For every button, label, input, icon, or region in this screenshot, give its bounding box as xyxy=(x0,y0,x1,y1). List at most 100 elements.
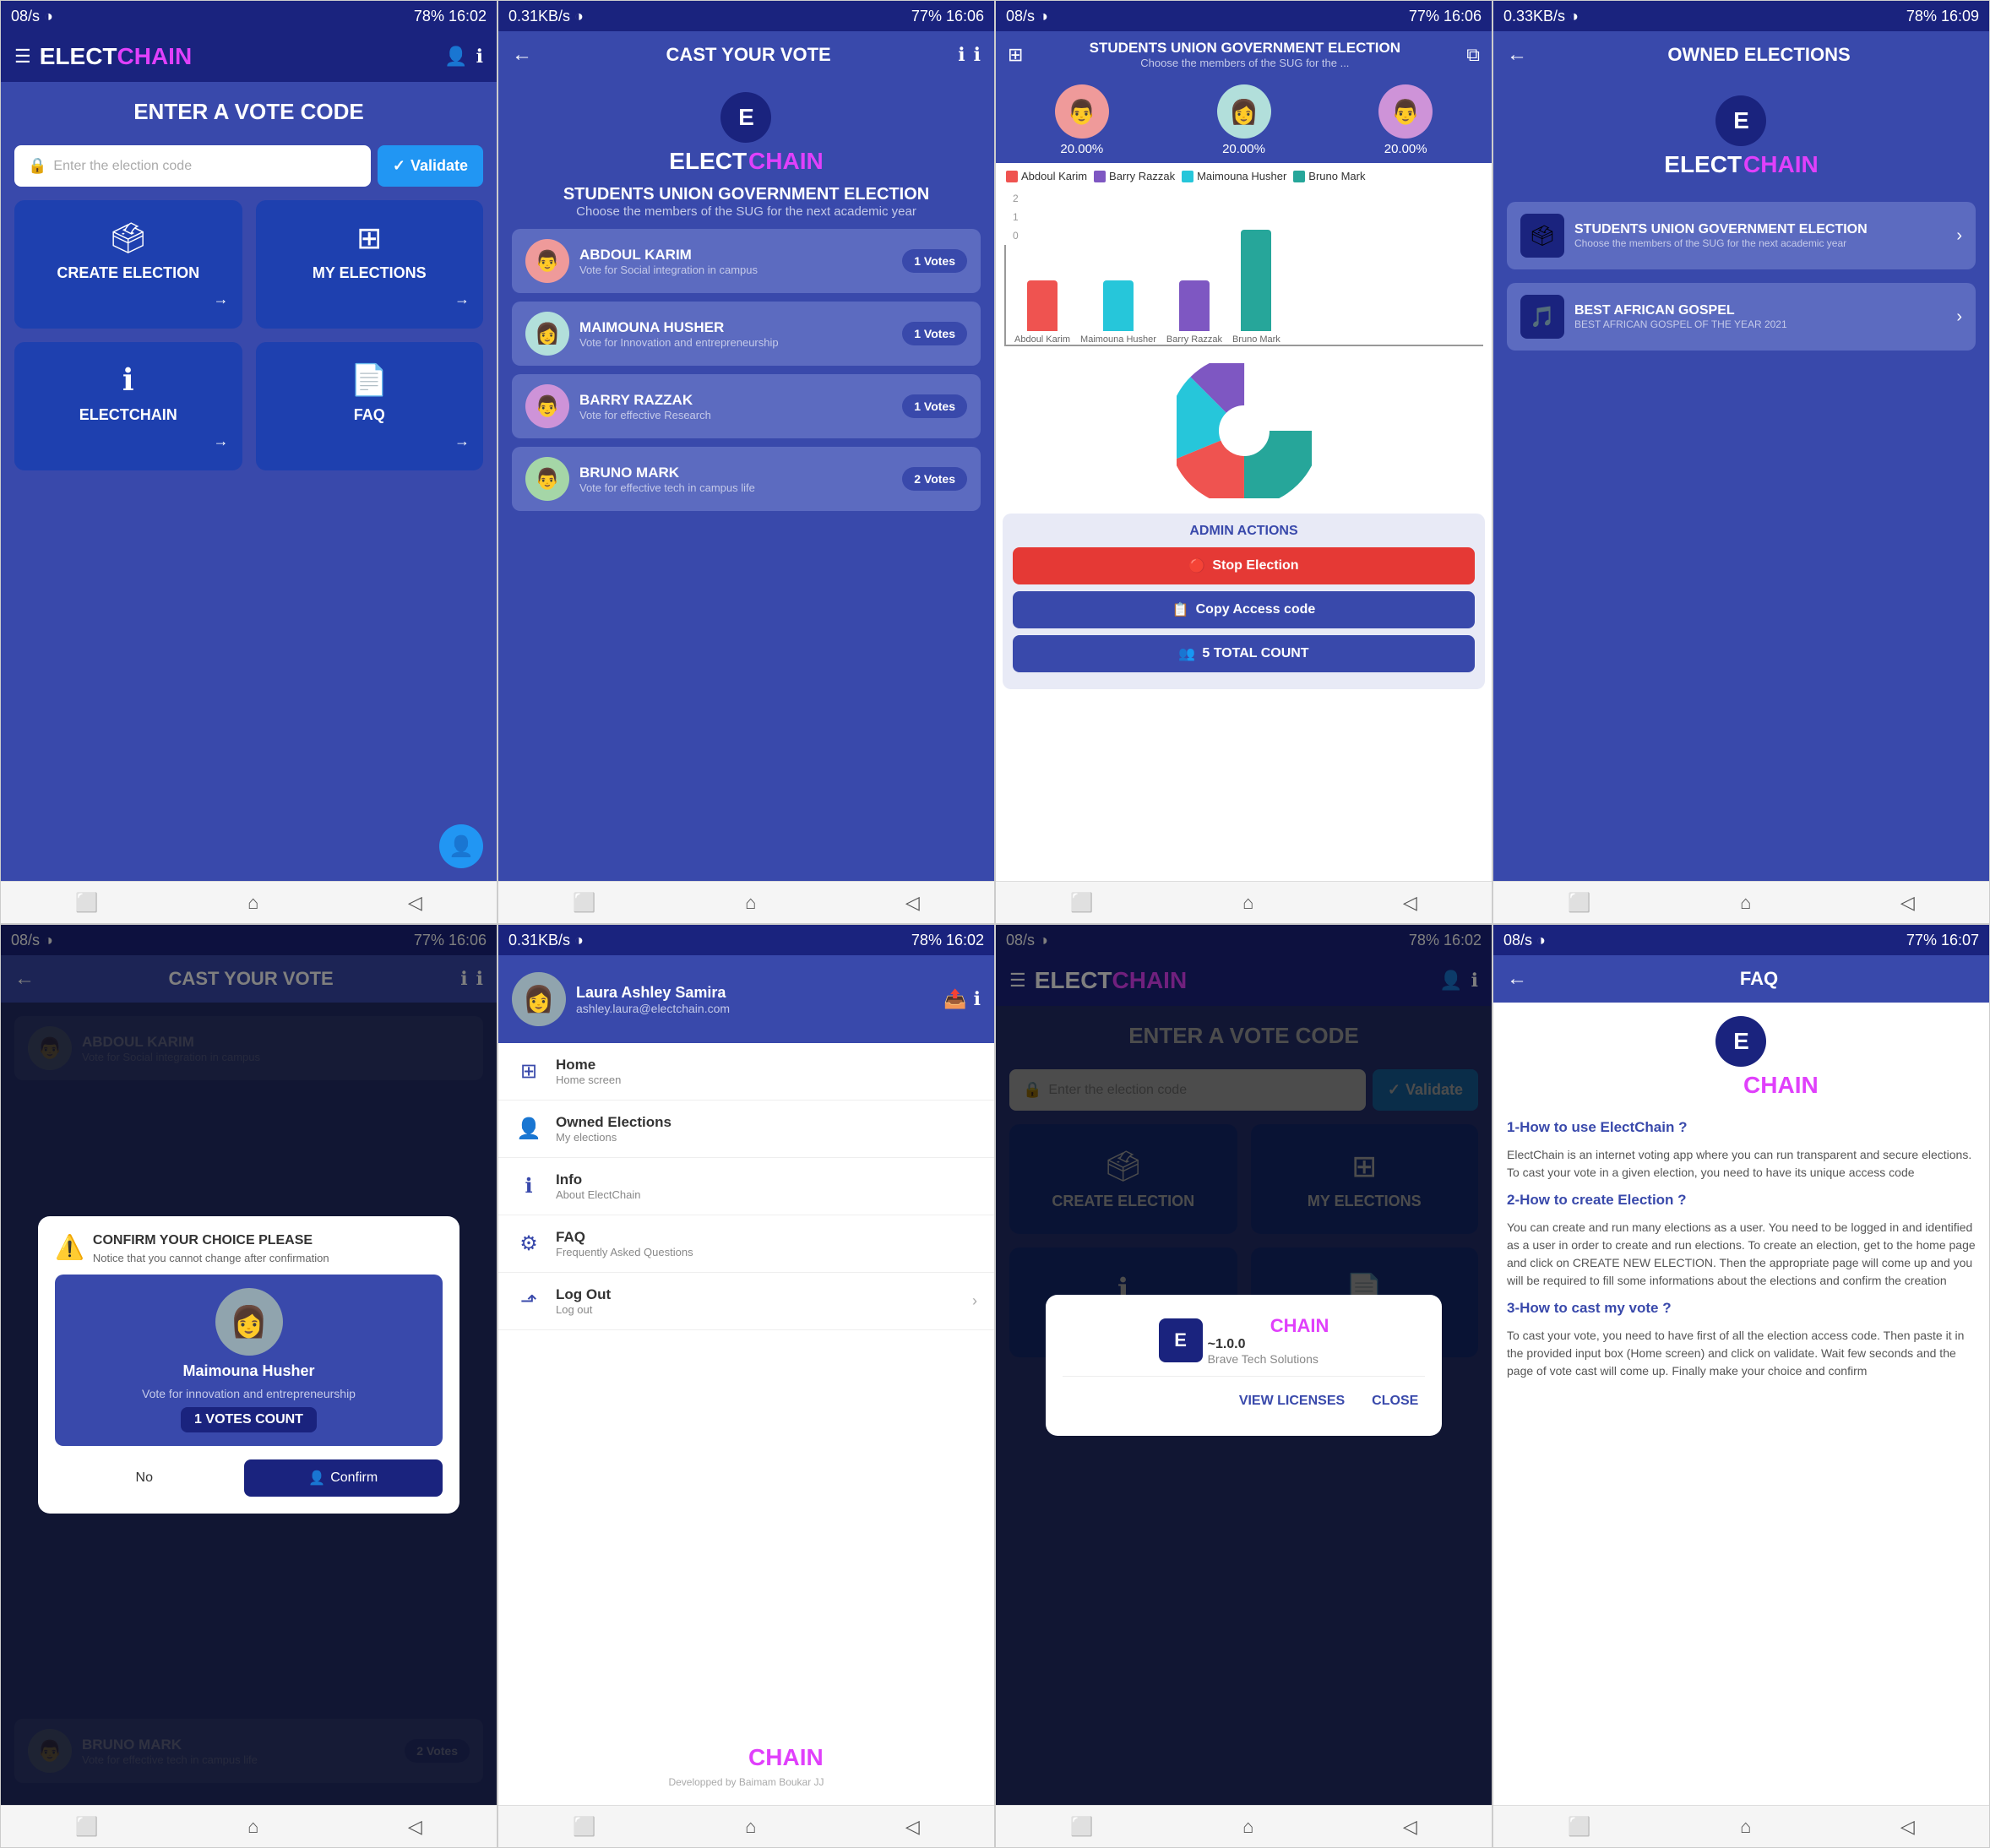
nav-square-5[interactable]: ⬜ xyxy=(75,1816,98,1838)
status-right-6: 78% 16:02 xyxy=(911,932,984,949)
back-button-2[interactable]: ← xyxy=(512,43,532,67)
bar-label-2: Barry Razzak xyxy=(1166,334,1222,345)
status-bar-2: 0.31KB/s ◑ 77% 16:06 xyxy=(498,1,994,31)
drawer-home-item[interactable]: ⊞ Home Home screen xyxy=(498,1043,994,1101)
confirm-header: ⚠️ CONFIRM YOUR CHOICE PLEASE Notice tha… xyxy=(55,1233,443,1264)
status-left-4: 0.33KB/s ◑ xyxy=(1503,8,1579,25)
info-card-icon: ℹ xyxy=(122,362,134,398)
nav-back-8[interactable]: ◁ xyxy=(1900,1816,1915,1838)
nav-square-7[interactable]: ⬜ xyxy=(1070,1816,1093,1838)
arrow-icon-3: → xyxy=(454,432,470,450)
nav-back-3[interactable]: ◁ xyxy=(1403,892,1417,914)
total-count-button[interactable]: 👥 5 TOTAL COUNT xyxy=(1013,635,1475,672)
drawer-owned-sub: My elections xyxy=(556,1131,977,1144)
logo-symbol: E xyxy=(720,92,771,143)
vote-input-field[interactable]: 🔒 Enter the election code xyxy=(14,145,371,187)
stop-election-button[interactable]: 🔴 Stop Election xyxy=(1013,547,1475,584)
people-icon: 👥 xyxy=(1178,645,1195,662)
drawer-menu: ⊞ Home Home screen 👤 Owned Elections My … xyxy=(498,1043,994,1727)
nav-home-8[interactable]: ⌂ xyxy=(1740,1816,1751,1838)
drawer-owned-info: Owned Elections My elections xyxy=(556,1114,977,1144)
nav-back-7[interactable]: ◁ xyxy=(1403,1816,1417,1838)
info-icon-2b[interactable]: ℹ xyxy=(974,44,981,66)
electchain-card[interactable]: ℹ ELECTCHAIN → xyxy=(14,342,242,470)
nav-back-5[interactable]: ◁ xyxy=(408,1816,422,1838)
view-licenses-button[interactable]: VIEW LICENSES xyxy=(1232,1387,1351,1416)
drawer-faq-item[interactable]: ⚙ FAQ Frequently Asked Questions xyxy=(498,1215,994,1273)
info-icon-2a[interactable]: ℹ xyxy=(958,44,965,66)
drawer-home-icon: ⊞ xyxy=(515,1059,542,1084)
admin-title: ADMIN ACTIONS xyxy=(1013,524,1475,539)
info-icon[interactable]: ℹ xyxy=(476,46,483,68)
nav-square-4[interactable]: ⬜ xyxy=(1568,892,1590,914)
nav-square[interactable]: ⬜ xyxy=(75,892,98,914)
election-icon-0: 🗳 xyxy=(1520,214,1564,258)
nav-square-2[interactable]: ⬜ xyxy=(573,892,595,914)
candidate-name-0: ABDOUL KARIM xyxy=(579,247,892,264)
home-body: ENTER A VOTE CODE 🔒 Enter the election c… xyxy=(1,82,497,881)
candidate-card-3[interactable]: 👨 BRUNO MARK Vote for effective tech in … xyxy=(512,447,981,511)
drawer-owned-item[interactable]: 👤 Owned Elections My elections xyxy=(498,1101,994,1158)
bottom-nav-2: ⬜ ⌂ ◁ xyxy=(498,881,994,923)
cand-photo-1: 👩 20.00% xyxy=(1165,84,1324,156)
faq-logo: E ELECT CHAIN xyxy=(1664,1016,1818,1099)
nav-back-2[interactable]: ◁ xyxy=(905,892,920,914)
bottom-nav-3: ⬜ ⌂ ◁ xyxy=(996,881,1492,923)
grid-icon-3[interactable]: ⊞ xyxy=(1008,44,1023,66)
drawer-info-icon[interactable]: ℹ xyxy=(974,988,981,1010)
nav-back[interactable]: ◁ xyxy=(408,892,422,914)
nav-square-3[interactable]: ⬜ xyxy=(1070,892,1093,914)
cast-header: ← CAST YOUR VOTE ℹ ℹ xyxy=(498,31,994,79)
drawer-upload-icon[interactable]: 📤 xyxy=(943,988,966,1010)
bar-0 xyxy=(1027,280,1058,331)
nav-home-5[interactable]: ⌂ xyxy=(247,1816,258,1838)
nav-home-2[interactable]: ⌂ xyxy=(745,892,756,914)
nav-home-7[interactable]: ⌂ xyxy=(1242,1816,1253,1838)
faq-logo-chain: CHAIN xyxy=(1743,1072,1819,1099)
cast-logo-elect: ELECT xyxy=(669,148,747,175)
nav-back-4[interactable]: ◁ xyxy=(1900,892,1915,914)
my-elections-card[interactable]: ⊞ MY ELECTIONS → xyxy=(256,200,484,329)
votes-badge-2: 1 Votes xyxy=(902,394,967,418)
drawer-owned-icon: 👤 xyxy=(515,1117,542,1141)
election-list-card-1[interactable]: 🎵 BEST AFRICAN GOSPEL BEST AFRICAN GOSPE… xyxy=(1507,283,1976,351)
copy-access-button[interactable]: 📋 Copy Access code xyxy=(1013,591,1475,628)
nav-home-6[interactable]: ⌂ xyxy=(745,1816,756,1838)
drawer-logout-arrow: › xyxy=(972,1292,977,1310)
faq-a-0: ElectChain is an internet voting app whe… xyxy=(1507,1146,1976,1182)
faq-card[interactable]: 📄 FAQ → xyxy=(256,342,484,470)
drawer-logout-item[interactable]: ⬏ Log Out Log out › xyxy=(498,1273,994,1330)
menu-icon[interactable]: ☰ xyxy=(14,46,31,68)
validate-button[interactable]: ✓ Validate xyxy=(378,145,483,187)
candidate-card-2[interactable]: 👨 BARRY RAZZAK Vote for effective Resear… xyxy=(512,374,981,438)
screen-enter-vote-code: 08/s ◑ 78% 16:02 ☰ ELECT CHAIN 👤 ℹ ENTER… xyxy=(0,0,498,924)
faq-q-0: 1-How to use ElectChain ? xyxy=(1507,1119,1976,1136)
nav-square-6[interactable]: ⬜ xyxy=(573,1816,595,1838)
close-about-button[interactable]: CLOSE xyxy=(1365,1387,1425,1416)
nav-home[interactable]: ⌂ xyxy=(247,892,258,914)
back-button-8[interactable]: ← xyxy=(1507,967,1527,991)
candidate-card-1[interactable]: 👩 MAIMOUNA HUSHER Vote for Innovation an… xyxy=(512,302,981,366)
no-button[interactable]: No xyxy=(55,1459,233,1497)
nav-home-3[interactable]: ⌂ xyxy=(1242,892,1253,914)
nav-back-6[interactable]: ◁ xyxy=(905,1816,920,1838)
election-card-title-0: STUDENTS UNION GOVERNMENT ELECTION xyxy=(1574,222,1946,237)
legend-label-3: Bruno Mark xyxy=(1308,170,1365,182)
drawer-info-item[interactable]: ℹ Info About ElectChain xyxy=(498,1158,994,1215)
nav-home-4[interactable]: ⌂ xyxy=(1740,892,1751,914)
election-list-card-0[interactable]: 🗳 STUDENTS UNION GOVERNMENT ELECTION Cho… xyxy=(1507,202,1976,269)
bar-label-3: Bruno Mark xyxy=(1232,334,1280,345)
candidate-card-0[interactable]: 👨 ABDOUL KARIM Vote for Social integrati… xyxy=(512,229,981,293)
owned-title: OWNED ELECTIONS xyxy=(1542,44,1976,66)
fab-button[interactable]: 👤 xyxy=(439,824,483,868)
confirm-button[interactable]: 👤 Confirm xyxy=(244,1459,443,1497)
nav-square-8[interactable]: ⬜ xyxy=(1568,1816,1590,1838)
create-election-card[interactable]: 🗳 CREATE ELECTION → xyxy=(14,200,242,329)
screen-cast-confirm: 08/s ◑ 77% 16:06 ← CAST YOUR VOTE ℹ ℹ 👨 … xyxy=(0,924,498,1848)
back-button-4[interactable]: ← xyxy=(1507,43,1527,67)
user-icon[interactable]: 👤 xyxy=(444,46,467,68)
about-dialog: E ELECT CHAIN ~1.0.0 Brave Tech Solution… xyxy=(1046,1295,1443,1436)
copy-icon-3[interactable]: ⧉ xyxy=(1466,44,1480,66)
faq-logo-symbol: E xyxy=(1715,1016,1766,1067)
candidate-desc-3: Vote for effective tech in campus life xyxy=(579,481,892,494)
